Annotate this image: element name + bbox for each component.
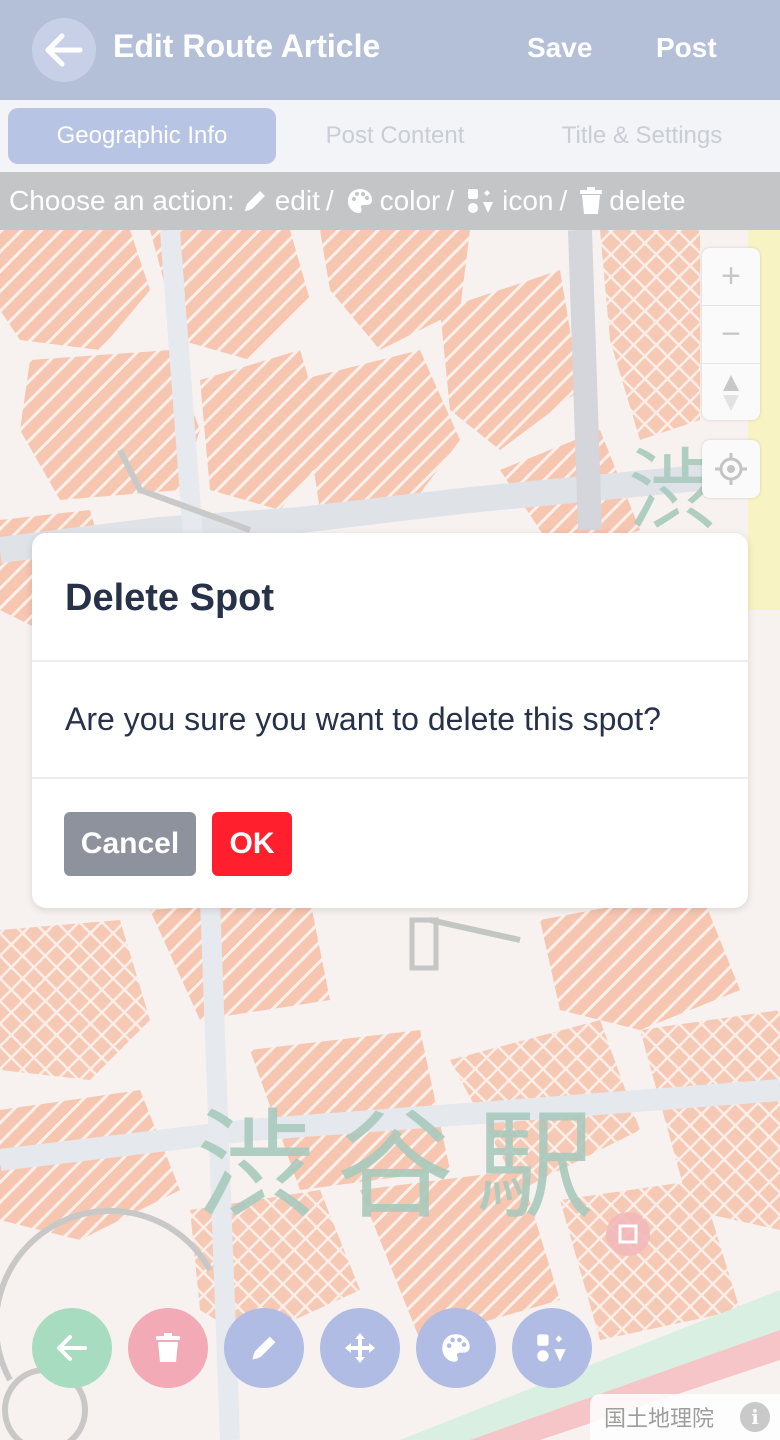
tab-geographic-info[interactable]: Geographic Info: [8, 108, 276, 164]
app-header: Edit Route Article Save Post: [0, 0, 780, 100]
save-button[interactable]: Save: [527, 32, 592, 64]
action-edit-label: edit: [274, 185, 320, 216]
arrow-left-icon: [57, 1335, 87, 1361]
move-icon: [345, 1333, 375, 1363]
map-zoom-controls: + −: [702, 248, 760, 420]
palette-icon: [346, 187, 374, 215]
delete-spot-dialog: Delete Spot Are you sure you want to del…: [32, 533, 748, 908]
fab-color-button[interactable]: [416, 1308, 496, 1388]
ok-button[interactable]: OK: [212, 812, 292, 876]
compass-button[interactable]: [702, 364, 760, 421]
page-title: Edit Route Article: [113, 28, 381, 64]
tab-post-content[interactable]: Post Content: [284, 108, 506, 164]
fab-move-button[interactable]: [320, 1308, 400, 1388]
icons-icon: [466, 187, 496, 215]
pencil-icon: [252, 1336, 276, 1360]
fab-icon-button[interactable]: [512, 1308, 592, 1388]
trash-icon: [156, 1333, 180, 1362]
trash-icon: [579, 187, 603, 215]
divider: [32, 660, 748, 662]
action-icon-label: icon: [502, 185, 554, 216]
dialog-message: Are you sure you want to delete this spo…: [65, 701, 661, 737]
info-button[interactable]: i: [740, 1402, 770, 1432]
icons-icon: [537, 1334, 566, 1362]
map-label-station: 渋谷駅: [196, 1097, 617, 1235]
tab-title-settings[interactable]: Title & Settings: [522, 108, 762, 164]
dialog-title: Delete Spot: [65, 577, 275, 619]
action-hint-bar: Choose an action: edit / color / icon / …: [0, 172, 780, 230]
divider: [32, 777, 748, 779]
compass-icon: [723, 374, 739, 411]
locate-icon: [715, 453, 747, 485]
fab-edit-button[interactable]: [224, 1308, 304, 1388]
cancel-button[interactable]: Cancel: [64, 812, 196, 876]
fab-back-button[interactable]: [32, 1308, 112, 1388]
fab-delete-button[interactable]: [128, 1308, 208, 1388]
tab-bar: Geographic Info Post Content Title & Set…: [0, 100, 780, 172]
post-button[interactable]: Post: [656, 32, 717, 64]
action-delete-label: delete: [609, 185, 686, 216]
pencil-icon: [241, 187, 269, 215]
locate-button[interactable]: [702, 440, 760, 498]
zoom-in-button[interactable]: +: [702, 248, 760, 306]
back-button[interactable]: [32, 18, 96, 82]
palette-icon: [442, 1334, 470, 1362]
action-color-label: color: [379, 185, 441, 216]
arrow-left-icon: [45, 33, 83, 67]
attribution-text: 国土地理院: [604, 1407, 715, 1432]
action-hint-prefix: Choose an action:: [9, 185, 235, 216]
zoom-out-button[interactable]: −: [702, 306, 760, 364]
